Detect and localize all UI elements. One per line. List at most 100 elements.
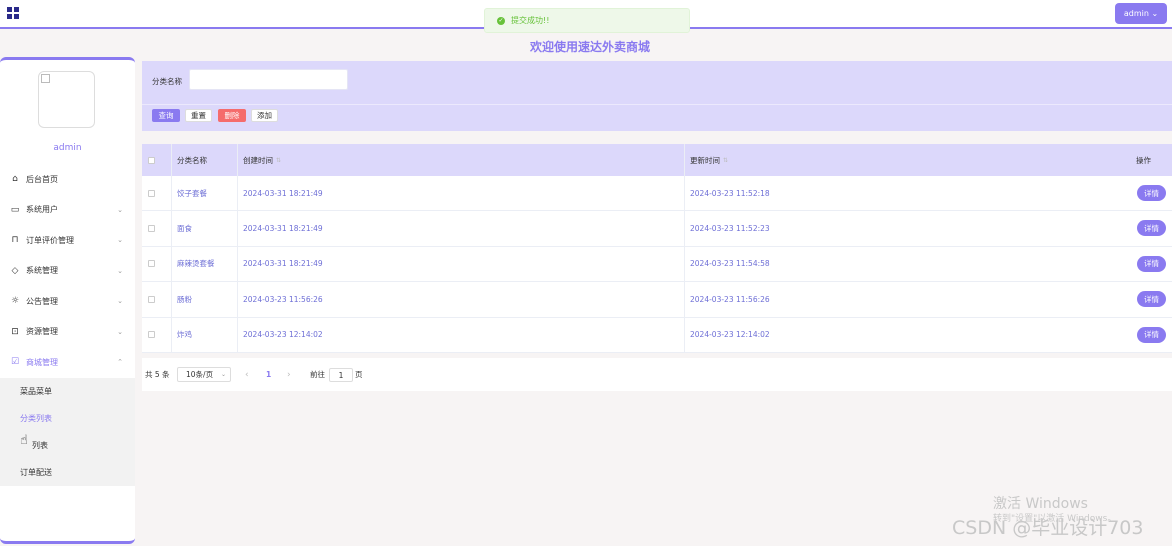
- sidebar-username: admin: [53, 143, 82, 153]
- sidebar-item-order-review[interactable]: ⊓ 订单评价管理 ⌄: [0, 225, 135, 256]
- bookmark-icon: ⊓: [11, 235, 19, 246]
- home-icon: ⌂: [12, 174, 18, 185]
- sidebar-item-label: 系统用户: [26, 205, 58, 215]
- hand-cursor-icon: ☝: [20, 433, 28, 448]
- detail-button[interactable]: 详情: [1137, 185, 1166, 201]
- category-table: 分类名称 创建时间 ⇅ 更新时间 ⇅ 操作 饺子套餐 2024-03-31 18:2…: [142, 144, 1172, 353]
- divider: [171, 317, 172, 352]
- detail-button[interactable]: 详情: [1137, 326, 1166, 343]
- sidebar-item-mall-management[interactable]: ☑ 商城管理 ⌃: [0, 347, 135, 378]
- divider: [684, 211, 685, 246]
- page-size-value: 10条/页: [186, 370, 214, 379]
- divider: [237, 282, 238, 317]
- monitor-icon: ▭: [10, 204, 20, 215]
- chevron-down-icon: ⌄: [117, 327, 123, 336]
- table-header: 分类名称 创建时间 ⇅ 更新时间 ⇅ 操作: [142, 144, 1172, 176]
- detail-button[interactable]: 详情: [1137, 255, 1166, 272]
- windows-activation-watermark: 激活 Windows: [993, 496, 1088, 512]
- sidebar-item-system-users[interactable]: ▭ 系统用户 ⌄: [0, 195, 135, 226]
- table-row: 肠粉 2024-03-23 11:56:26 2024-03-23 11:56:…: [142, 282, 1172, 318]
- add-button[interactable]: 添加: [251, 109, 278, 122]
- page-unit-label: 页: [355, 370, 363, 379]
- column-header-created[interactable]: 创建时间 ⇅: [243, 155, 281, 166]
- total-count: 共 5 条: [145, 370, 170, 379]
- page-title: 欢迎使用速达外卖商城: [529, 40, 650, 54]
- table-row: 炸鸡 2024-03-23 12:14:02 2024-03-23 12:14:…: [142, 317, 1172, 353]
- sidebar-item-label: 订单评价管理: [26, 235, 74, 245]
- divider: [142, 104, 1172, 105]
- sidebar-item-label: 后台首页: [26, 174, 58, 184]
- sidebar-item-label: 系统管理: [26, 266, 58, 276]
- sidebar-item-home[interactable]: ⌂ 后台首页: [0, 164, 135, 195]
- reset-button[interactable]: 重置: [185, 109, 212, 122]
- row-name: 饺子套餐: [177, 188, 207, 198]
- chevron-down-icon: ⌄: [117, 297, 123, 305]
- row-updated: 2024-03-23 11:54:58: [690, 259, 770, 269]
- chevron-down-icon: ⌄: [220, 371, 226, 378]
- divider: [684, 246, 685, 282]
- select-all-checkbox[interactable]: [148, 156, 155, 164]
- sidebar-item-resources[interactable]: ⊡ 资源管理 ⌄: [0, 317, 135, 348]
- query-button[interactable]: 查询: [152, 109, 180, 122]
- row-checkbox[interactable]: [148, 225, 155, 233]
- row-name: 麻辣烫套餐: [177, 259, 215, 269]
- divider: [171, 282, 172, 317]
- grid-menu-icon[interactable]: [7, 7, 19, 19]
- row-checkbox[interactable]: [148, 189, 155, 197]
- column-header-updated[interactable]: 更新时间 ⇅: [690, 155, 728, 166]
- detail-button[interactable]: 详情: [1137, 220, 1166, 237]
- row-created: 2024-03-31 18:21:49: [243, 224, 323, 234]
- sidebar-item-label: 公告管理: [26, 296, 58, 306]
- delete-button[interactable]: 删除: [218, 109, 246, 122]
- toast-message: 提交成功!!: [511, 16, 550, 25]
- category-name-label: 分类名称: [152, 77, 182, 86]
- csdn-watermark: CSDN @毕业设计703: [952, 517, 1144, 539]
- pagination: 共 5 条 10条/页 ⌄ ‹ 1 › 前往 1 页: [142, 358, 1172, 391]
- table-row: 饺子套餐 2024-03-31 18:21:49 2024-03-23 11:5…: [142, 176, 1172, 212]
- success-toast: ✓ 提交成功!!: [484, 8, 690, 33]
- table-row: 面食 2024-03-31 18:21:49 2024-03-23 11:52:…: [142, 211, 1172, 247]
- sort-icon[interactable]: ⇅: [723, 157, 728, 163]
- column-header-name: 分类名称: [177, 155, 207, 165]
- next-page-button[interactable]: ›: [287, 370, 291, 380]
- row-name: 面食: [177, 224, 192, 234]
- page-number-current[interactable]: 1: [266, 370, 271, 379]
- sort-icon[interactable]: ⇅: [276, 157, 281, 163]
- row-name: 肠粉: [177, 294, 192, 304]
- submenu-item-delivery[interactable]: 订单配送: [0, 459, 135, 486]
- chevron-down-icon: ⌄: [117, 266, 123, 275]
- divider: [171, 176, 172, 211]
- row-checkbox[interactable]: [148, 295, 155, 303]
- clipboard-icon: ☑: [10, 357, 20, 368]
- row-updated: 2024-03-23 11:56:26: [690, 294, 770, 304]
- row-created: 2024-03-23 12:14:02: [243, 330, 323, 340]
- divider: [171, 246, 172, 282]
- admin-dropdown-button[interactable]: admin ⌄: [1115, 3, 1167, 24]
- submenu-item-categories[interactable]: 分类列表: [0, 405, 135, 432]
- row-created: 2024-03-31 18:21:49: [243, 259, 323, 269]
- mall-submenu: 菜品菜单 分类列表 列表 订单配送: [0, 377, 135, 486]
- page-size-select[interactable]: 10条/页 ⌄: [177, 367, 231, 382]
- divider: [684, 144, 685, 176]
- sidebar-item-label: 商城管理: [26, 357, 58, 367]
- category-name-input[interactable]: [189, 69, 348, 90]
- divider: [237, 144, 238, 176]
- divider: [171, 211, 172, 246]
- check-circle-icon: ✓: [497, 16, 505, 25]
- detail-button[interactable]: 详情: [1137, 291, 1166, 308]
- sidebar-item-announcements[interactable]: ☼ 公告管理 ⌄: [0, 286, 135, 317]
- submenu-item-dishes[interactable]: 菜品菜单: [0, 378, 135, 405]
- divider: [237, 246, 238, 282]
- goto-label: 前往: [310, 370, 325, 379]
- prev-page-button[interactable]: ‹: [245, 370, 249, 380]
- divider: [684, 282, 685, 317]
- divider: [237, 211, 238, 246]
- divider: [684, 176, 685, 211]
- goto-page-input[interactable]: 1: [329, 368, 353, 382]
- divider: [171, 144, 172, 176]
- sidebar-item-system-management[interactable]: ◇ 系统管理 ⌄: [0, 256, 135, 287]
- row-checkbox[interactable]: [148, 331, 155, 339]
- row-updated: 2024-03-23 12:14:02: [690, 330, 770, 340]
- row-checkbox[interactable]: [148, 260, 155, 268]
- chevron-down-icon: ⌄: [117, 205, 123, 214]
